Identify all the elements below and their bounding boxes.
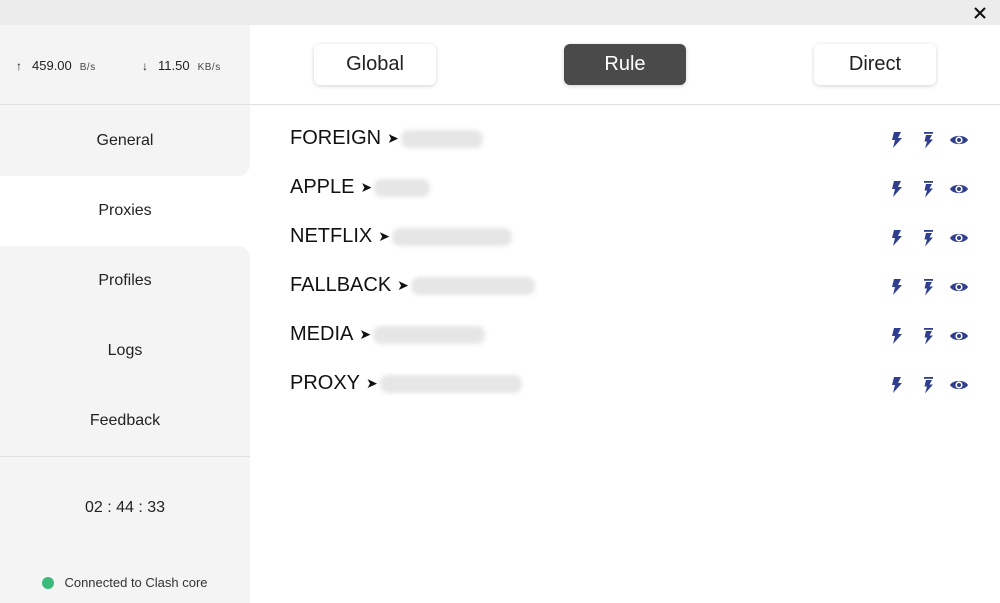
eye-icon[interactable]: [948, 178, 970, 200]
proxy-group-row[interactable]: PROXY ➤: [290, 368, 970, 404]
upload-unit: B/s: [79, 62, 96, 73]
selected-proxy-redacted: [400, 129, 483, 148]
eye-icon[interactable]: [948, 374, 970, 396]
download-unit: KB/s: [197, 62, 221, 73]
selected-proxy-redacted: [373, 325, 486, 344]
proxy-group-actions: [877, 276, 970, 298]
sidebar: ↑ 459.00 B/s ↓ 11.50 KB/s General Proxies Pr…: [0, 25, 250, 603]
sidebar-divider: [0, 456, 250, 457]
download-value: 11.50: [158, 58, 190, 73]
close-icon[interactable]: [970, 3, 990, 23]
traffic-panel: ↑ 459.00 B/s ↓ 11.50 KB/s: [0, 25, 250, 105]
selected-proxy-redacted: [374, 178, 431, 197]
eye-icon[interactable]: [948, 276, 970, 298]
lightning-bolt-list-icon[interactable]: [917, 276, 939, 298]
proxy-group-label: FALLBACK: [290, 274, 392, 296]
lightning-bolt-list-icon[interactable]: [917, 178, 939, 200]
mode-global-button[interactable]: Global: [314, 44, 436, 85]
lightning-bolt-icon[interactable]: [886, 325, 908, 347]
arrow-right-icon: ➤: [366, 375, 378, 391]
proxy-group-name[interactable]: MEDIA ➤: [290, 323, 486, 346]
lightning-bolt-icon[interactable]: [886, 374, 908, 396]
mode-rule-button[interactable]: Rule: [564, 44, 686, 85]
lightning-bolt-icon[interactable]: [886, 129, 908, 151]
proxy-group-row[interactable]: FOREIGN ➤: [290, 123, 970, 159]
proxy-group-name[interactable]: FOREIGN ➤: [290, 127, 483, 150]
sidebar-item-feedback[interactable]: Feedback: [0, 386, 250, 456]
sidebar-item-label: Feedback: [89, 412, 161, 429]
lightning-bolt-list-icon[interactable]: [917, 227, 939, 249]
proxy-group-name[interactable]: APPLE ➤: [290, 176, 431, 199]
connection-status: Connected to Clash core: [0, 575, 250, 590]
mode-direct-button[interactable]: Direct: [814, 44, 936, 85]
proxy-group-label: APPLE: [290, 176, 355, 198]
lightning-bolt-icon[interactable]: [886, 227, 908, 249]
download-arrow-icon: ↓: [142, 59, 148, 73]
proxy-group-actions: [877, 178, 970, 200]
arrow-right-icon: ➤: [387, 130, 399, 146]
proxies-panel: Global Rule Direct FOREIGN ➤ APPLE ➤ NETFLIX…: [250, 25, 1000, 603]
proxy-group-actions: [877, 374, 970, 396]
eye-icon[interactable]: [948, 227, 970, 249]
lightning-bolt-list-icon[interactable]: [917, 325, 939, 347]
selected-proxy-redacted: [410, 276, 535, 295]
sidebar-item-label: Proxies: [98, 202, 152, 219]
sidebar-item-general[interactable]: General: [0, 106, 250, 176]
selected-proxy-redacted: [391, 227, 512, 246]
eye-icon[interactable]: [948, 129, 970, 151]
arrow-right-icon: ➤: [397, 277, 409, 293]
lightning-bolt-list-icon[interactable]: [917, 374, 939, 396]
title-bar: [0, 0, 1000, 25]
proxy-group-row[interactable]: FALLBACK ➤: [290, 270, 970, 306]
lightning-bolt-icon[interactable]: [886, 276, 908, 298]
sidebar-item-logs[interactable]: Logs: [0, 316, 250, 386]
proxy-group-label: FOREIGN: [290, 127, 382, 149]
lightning-bolt-list-icon[interactable]: [917, 129, 939, 151]
proxy-group-name[interactable]: NETFLIX ➤: [290, 225, 512, 248]
upload-speed: ↑ 459.00 B/s: [16, 58, 96, 73]
proxy-group-name[interactable]: FALLBACK ➤: [290, 274, 535, 297]
proxy-group-actions: [877, 129, 970, 151]
selected-proxy-redacted: [379, 374, 522, 393]
download-speed: ↓ 11.50 KB/s: [142, 58, 221, 73]
arrow-right-icon: ➤: [378, 228, 390, 244]
proxy-group-actions: [877, 227, 970, 249]
sidebar-item-label: General: [96, 132, 154, 149]
proxy-group-row[interactable]: APPLE ➤: [290, 172, 970, 208]
proxy-group-name[interactable]: PROXY ➤: [290, 372, 522, 395]
mode-switcher: Global Rule Direct: [250, 25, 1000, 105]
proxy-group-label: NETFLIX: [290, 225, 373, 247]
upload-arrow-icon: ↑: [16, 59, 22, 73]
lightning-bolt-icon[interactable]: [886, 178, 908, 200]
arrow-right-icon: ➤: [359, 326, 372, 342]
proxy-group-row[interactable]: MEDIA ➤: [290, 319, 970, 355]
proxy-group-row[interactable]: NETFLIX ➤: [290, 221, 970, 257]
upload-value: 459.00: [32, 58, 72, 73]
sidebar-item-label: Profiles: [98, 272, 152, 289]
sidebar-item-label: Logs: [107, 342, 143, 359]
sidebar-item-proxies[interactable]: Proxies: [0, 176, 250, 246]
proxy-group-actions: [877, 325, 970, 347]
uptime-timer: 02 : 44 : 33: [84, 499, 166, 516]
eye-icon[interactable]: [948, 325, 970, 347]
proxy-group-label: MEDIA: [290, 323, 354, 345]
proxy-group-label: PROXY: [290, 372, 361, 394]
status-dot-icon: [42, 576, 55, 589]
sidebar-item-profiles[interactable]: Profiles: [0, 246, 250, 316]
arrow-right-icon: ➤: [360, 179, 373, 195]
status-text: Connected to Clash core: [64, 575, 208, 590]
